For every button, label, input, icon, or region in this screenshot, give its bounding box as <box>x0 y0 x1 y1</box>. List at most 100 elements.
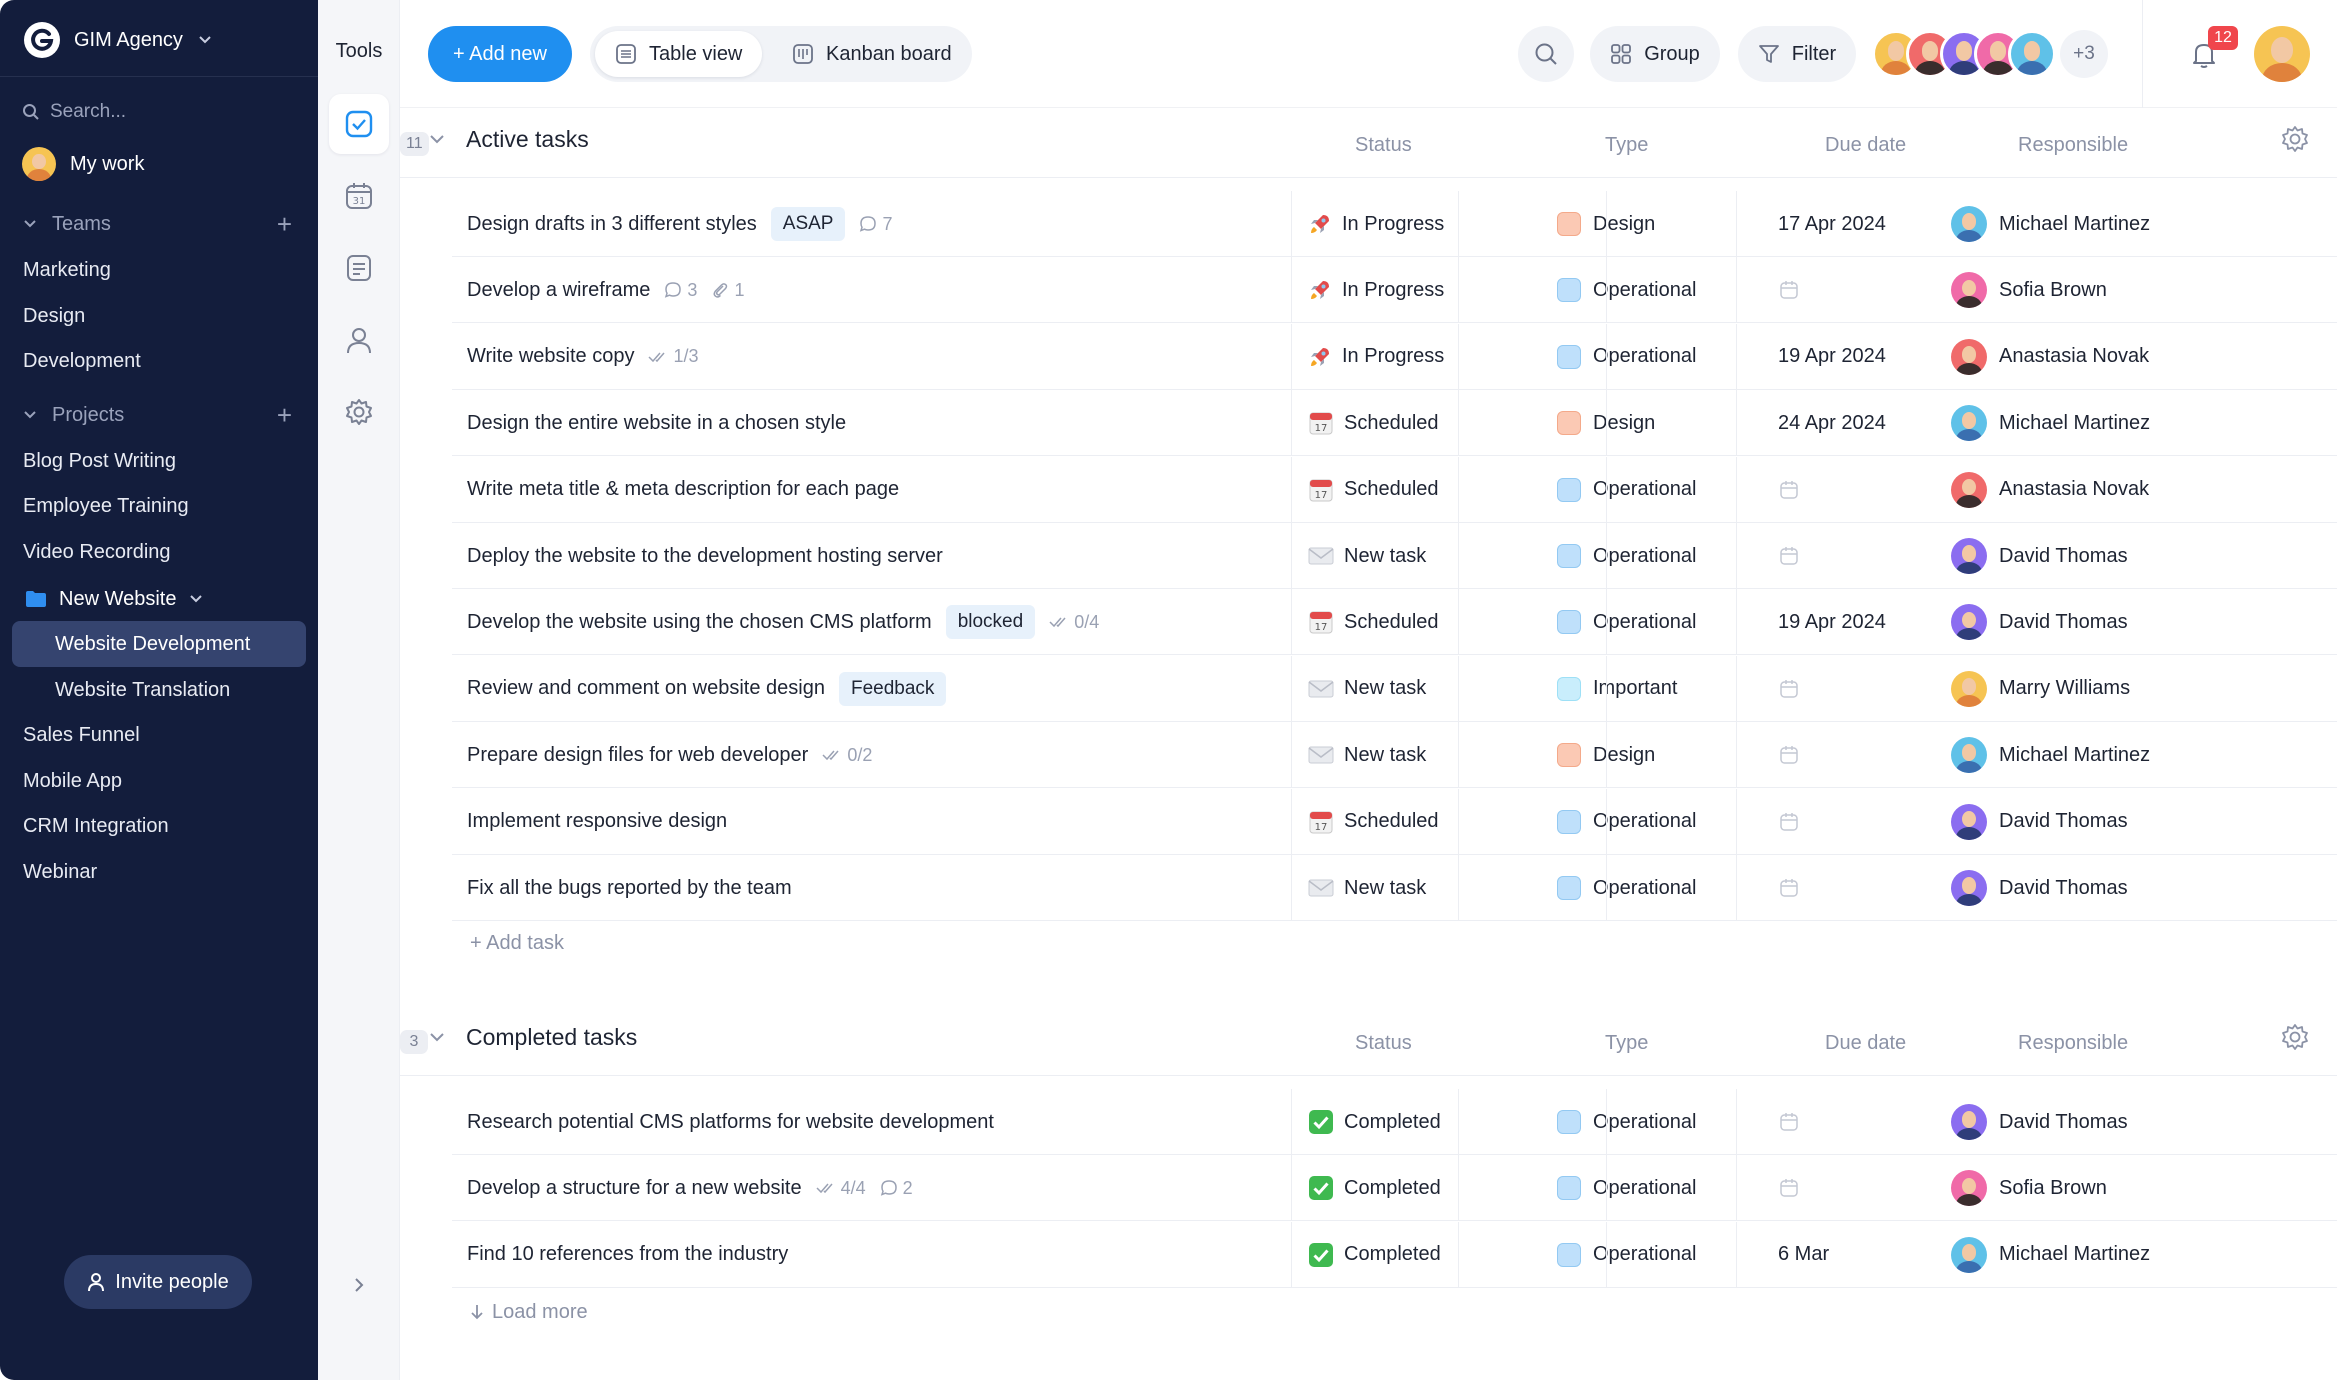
chevron-down-icon[interactable] <box>428 130 446 153</box>
type-cell[interactable]: Operational <box>1557 1222 1696 1288</box>
table-row[interactable]: Fix all the bugs reported by the team New… <box>452 855 2337 921</box>
column-header-status[interactable]: Status <box>1355 134 1412 157</box>
status-cell[interactable]: 17 Scheduled <box>1308 789 1439 855</box>
column-header-type[interactable]: Type <box>1605 134 1648 157</box>
type-cell[interactable]: Operational <box>1557 257 1696 323</box>
responsible-cell[interactable]: Michael Martinez <box>1951 722 2150 788</box>
status-cell[interactable]: New task <box>1308 722 1426 788</box>
more-members-count[interactable]: +3 <box>2060 30 2108 78</box>
responsible-cell[interactable]: Sofia Brown <box>1951 257 2107 323</box>
tab-table-view[interactable]: Table view <box>595 31 763 77</box>
table-row[interactable]: Research potential CMS platforms for web… <box>452 1089 2337 1155</box>
task-name-cell[interactable]: Design drafts in 3 different styles ASAP 7 <box>467 191 893 257</box>
sidebar-item-my-work[interactable]: My work <box>22 146 144 182</box>
sidebar-item-website-translation[interactable]: Website Translation <box>55 674 230 706</box>
responsible-cell[interactable]: David Thomas <box>1951 789 2128 855</box>
tool-people[interactable] <box>329 310 389 370</box>
table-row[interactable]: Develop a wireframe 3 1 In Progress Operatio… <box>452 257 2337 324</box>
due-date-cell[interactable] <box>1778 656 1800 722</box>
task-name-cell[interactable]: Design the entire website in a chosen st… <box>467 390 846 456</box>
responsible-cell[interactable]: David Thomas <box>1951 1089 2128 1155</box>
type-cell[interactable]: Operational <box>1557 789 1696 855</box>
column-header-due-date[interactable]: Due date <box>1825 1032 1906 1055</box>
add-project-plus-icon[interactable]: + <box>277 402 292 428</box>
gear-icon[interactable] <box>2280 124 2310 159</box>
sidebar-search[interactable]: Search... <box>22 98 126 126</box>
status-cell[interactable]: Completed <box>1308 1089 1441 1155</box>
responsible-cell[interactable]: David Thomas <box>1951 523 2128 589</box>
sidebar-item-project[interactable]: Mobile App <box>23 765 122 797</box>
sidebar-item-project[interactable]: Blog Post Writing <box>23 445 176 477</box>
status-cell[interactable]: 17 Scheduled <box>1308 390 1439 456</box>
type-cell[interactable]: Operational <box>1557 523 1696 589</box>
invite-people-button[interactable]: Invite people <box>64 1255 252 1309</box>
sidebar-item-team[interactable]: Design <box>23 300 85 332</box>
sidebar-section-projects[interactable]: Projects + <box>22 399 292 431</box>
responsible-cell[interactable]: Michael Martinez <box>1951 390 2150 456</box>
tool-calendar[interactable]: 31 <box>329 166 389 226</box>
type-cell[interactable]: Operational <box>1557 457 1696 523</box>
due-date-cell[interactable] <box>1778 1155 1800 1221</box>
task-name-cell[interactable]: Write meta title & meta description for … <box>467 457 899 523</box>
due-date-cell[interactable]: 24 Apr 2024 <box>1778 390 1886 456</box>
task-name-cell[interactable]: Fix all the bugs reported by the team <box>467 855 792 921</box>
column-header-type[interactable]: Type <box>1605 1032 1648 1055</box>
status-cell[interactable]: Completed <box>1308 1155 1441 1221</box>
table-row[interactable]: Find 10 references from the industry Comp… <box>452 1221 2337 1288</box>
responsible-cell[interactable]: Michael Martinez <box>1951 1222 2150 1288</box>
workspace-switcher[interactable]: GIM Agency <box>24 20 213 60</box>
status-cell[interactable]: In Progress <box>1308 191 1444 257</box>
chevron-down-icon[interactable] <box>428 1028 446 1051</box>
responsible-cell[interactable]: Sofia Brown <box>1951 1155 2107 1221</box>
column-header-due-date[interactable]: Due date <box>1825 134 1906 157</box>
table-row[interactable]: Develop a structure for a new website 4/4… <box>452 1155 2337 1222</box>
search-button[interactable] <box>1518 26 1574 82</box>
task-name-cell[interactable]: Deploy the website to the development ho… <box>467 523 943 589</box>
type-cell[interactable]: Operational <box>1557 589 1696 655</box>
task-name-cell[interactable]: Find 10 references from the industry <box>467 1222 788 1288</box>
column-header-responsible[interactable]: Responsible <box>2018 1032 2128 1055</box>
tab-kanban-board[interactable]: Kanban board <box>772 31 972 77</box>
add-new-button[interactable]: + Add new <box>428 26 572 82</box>
load-more-button[interactable]: Load more <box>470 1294 588 1330</box>
sidebar-folder-new-website[interactable]: New Website <box>25 583 204 615</box>
filter-button[interactable]: Filter <box>1738 26 1856 82</box>
due-date-cell[interactable] <box>1778 1089 1800 1155</box>
due-date-cell[interactable]: 19 Apr 2024 <box>1778 324 1886 390</box>
team-members[interactable]: +3 <box>1872 26 2108 82</box>
tool-notes[interactable] <box>329 238 389 298</box>
add-task-button[interactable]: + Add task <box>470 925 564 961</box>
table-row[interactable]: Implement responsive design 17 Scheduled Op… <box>452 788 2337 855</box>
type-cell[interactable]: Operational <box>1557 855 1696 921</box>
column-header-status[interactable]: Status <box>1355 1032 1412 1055</box>
task-name-cell[interactable]: Review and comment on website design Feed… <box>467 656 947 722</box>
tool-tasks[interactable] <box>329 94 389 154</box>
due-date-cell[interactable] <box>1778 722 1800 788</box>
responsible-cell[interactable]: Marry Williams <box>1951 656 2130 722</box>
sidebar-item-project[interactable]: Employee Training <box>23 490 189 522</box>
responsible-cell[interactable]: Anastasia Novak <box>1951 457 2149 523</box>
add-team-plus-icon[interactable]: + <box>277 211 292 237</box>
type-cell[interactable]: Operational <box>1557 324 1696 390</box>
task-name-cell[interactable]: Research potential CMS platforms for web… <box>467 1089 994 1155</box>
table-row[interactable]: Prepare design files for web developer 0/… <box>452 722 2337 789</box>
status-cell[interactable]: New task <box>1308 523 1426 589</box>
sidebar-item-project[interactable]: Video Recording <box>23 536 171 568</box>
due-date-cell[interactable] <box>1778 257 1800 323</box>
table-row[interactable]: Design drafts in 3 different styles ASAP 7… <box>452 191 2337 257</box>
gear-icon[interactable] <box>2280 1022 2310 1057</box>
due-date-cell[interactable]: 6 Mar <box>1778 1222 1829 1288</box>
sidebar-section-teams[interactable]: Teams + <box>22 208 292 240</box>
task-tag[interactable]: Feedback <box>838 671 947 706</box>
table-row[interactable]: Develop the website using the chosen CMS… <box>452 589 2337 656</box>
responsible-cell[interactable]: David Thomas <box>1951 589 2128 655</box>
status-cell[interactable]: New task <box>1308 855 1426 921</box>
task-tag[interactable]: ASAP <box>770 207 846 241</box>
due-date-cell[interactable]: 17 Apr 2024 <box>1778 191 1886 257</box>
type-cell[interactable]: Important <box>1557 656 1677 722</box>
due-date-cell[interactable]: 19 Apr 2024 <box>1778 589 1886 655</box>
task-name-cell[interactable]: Develop a structure for a new website 4/4… <box>467 1155 913 1221</box>
table-row[interactable]: Design the entire website in a chosen st… <box>452 390 2337 457</box>
current-user-avatar[interactable] <box>2254 26 2310 82</box>
responsible-cell[interactable]: David Thomas <box>1951 855 2128 921</box>
